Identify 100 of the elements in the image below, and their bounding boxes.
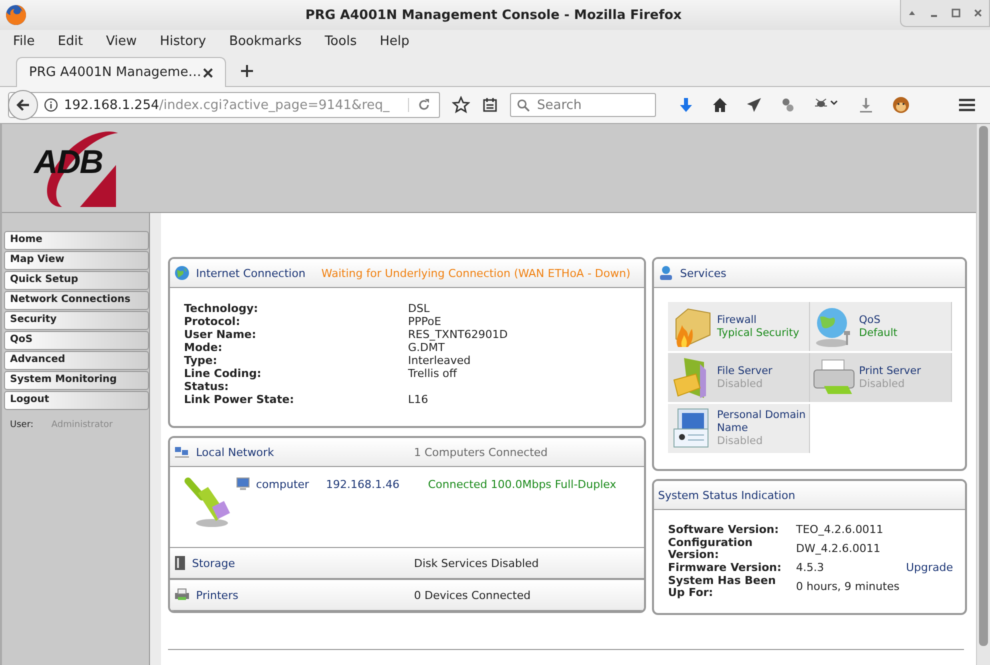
service-name[interactable]: Print Server	[859, 364, 951, 378]
connection-status: Waiting for Underlying Connection (WAN ETHoA - Down)	[321, 266, 630, 280]
new-tab-icon[interactable]	[240, 64, 254, 78]
field-label: Configuration Version:	[668, 537, 754, 561]
nav-item[interactable]: QoS	[4, 331, 149, 350]
field-label: Protocol:	[184, 315, 242, 328]
field-label: User Name:	[184, 328, 258, 341]
service-name[interactable]: File Server	[717, 364, 809, 378]
field-value: L16	[408, 393, 430, 406]
field-value: 4.5.3	[796, 562, 825, 574]
service-name[interactable]: Personal Domain Name	[717, 409, 809, 435]
nav-item[interactable]: Logout	[4, 391, 149, 410]
field-label: Link Power State:	[184, 393, 295, 406]
printer-icon	[174, 588, 190, 602]
computer-icon	[236, 477, 250, 491]
menu-item[interactable]: Edit	[50, 34, 90, 48]
address-field[interactable]: 192.168.1.254/index.cgi?active_page=9141&req_	[8, 92, 440, 118]
scrollbar[interactable]	[976, 124, 990, 665]
user-name: Administrator	[51, 420, 113, 430]
device-name[interactable]: computer	[256, 478, 320, 490]
panel-title[interactable]: Local Network	[196, 446, 274, 458]
services-icon	[658, 265, 674, 281]
storage-icon	[174, 555, 186, 571]
menu-item[interactable]: File	[6, 34, 42, 48]
service-tile[interactable]: Print Server Disabled	[810, 353, 952, 402]
field-label: Type:	[184, 354, 218, 367]
field-label: Mode:	[184, 341, 224, 354]
service-tile[interactable]: Personal Domain Name Disabled	[668, 404, 810, 453]
service-tile[interactable]: File Server Disabled	[668, 353, 810, 402]
info-icon[interactable]	[44, 98, 58, 112]
field-label: Firmware Version:	[668, 562, 782, 574]
panel-summary: Disk Services Disabled	[414, 556, 539, 570]
field-value: Trellis off	[408, 367, 458, 380]
field-value: Interleaved	[408, 354, 472, 367]
download-icon[interactable]	[858, 97, 874, 113]
service-status: Typical Security	[717, 326, 800, 340]
circles-icon[interactable]	[780, 97, 796, 113]
menu-item[interactable]: Tools	[318, 34, 364, 48]
globe-icon	[174, 265, 190, 281]
field-value: DW_4.2.6.0011	[796, 543, 882, 555]
service-status: Default	[859, 326, 898, 340]
field-value: 0 hours, 9 minutes	[796, 581, 900, 593]
field-value: G.DMT	[408, 341, 446, 354]
network-icon	[174, 445, 190, 459]
window-title: PRG A4001N Management Console - Mozilla Firefox	[305, 8, 682, 22]
menu-item[interactable]: History	[152, 34, 214, 48]
service-name[interactable]: Firewall	[717, 314, 809, 326]
nav-item[interactable]: Security	[4, 311, 149, 330]
service-status: Disabled	[859, 378, 906, 390]
field-value: PPPoE	[408, 315, 442, 328]
url-text: 192.168.1.254/index.cgi?active_page=9141&req_	[64, 98, 391, 112]
nav-item[interactable]: Advanced	[4, 351, 149, 370]
user-label: User:	[10, 420, 34, 430]
service-tile[interactable]: QoS Default	[810, 302, 952, 351]
back-arrow-icon[interactable]	[15, 97, 31, 113]
field-label: System Has Been Up For:	[668, 575, 777, 599]
panel-title[interactable]: Printers	[196, 588, 238, 602]
panel-title[interactable]: Storage	[192, 556, 236, 570]
close-icon[interactable]	[973, 8, 983, 18]
search-icon[interactable]	[517, 99, 530, 112]
field-value: TEO_4.2.6.0011	[796, 524, 884, 536]
download-arrow-icon[interactable]	[678, 97, 694, 113]
nav-item[interactable]: Map View	[4, 251, 149, 270]
field-label: Technology:	[184, 302, 260, 315]
panel-summary: 0 Devices Connected	[414, 588, 531, 602]
upgrade-link[interactable]: Upgrade	[906, 562, 954, 574]
maximize-icon[interactable]	[951, 8, 961, 18]
menu-icon[interactable]	[958, 97, 976, 113]
device-ip: 192.168.1.46	[326, 478, 400, 490]
search-field[interactable]: Search	[510, 93, 656, 117]
reading-list-icon[interactable]	[482, 97, 498, 113]
field-label: Software Version:	[668, 524, 780, 536]
reload-icon[interactable]	[408, 98, 431, 112]
service-status: Disabled	[717, 435, 764, 448]
home-icon[interactable]	[712, 97, 728, 113]
panel-title: System Status Indication	[658, 488, 796, 502]
device-status: Connected 100.0Mbps Full-Duplex	[428, 478, 616, 490]
field-label: Line Coding:	[184, 367, 262, 380]
panel-title[interactable]: Internet Connection	[196, 266, 306, 280]
nav-item[interactable]: Home	[4, 231, 149, 250]
service-name[interactable]: QoS	[859, 314, 951, 326]
menu-item[interactable]: Bookmarks	[222, 34, 309, 48]
field-label: Status:	[184, 380, 230, 393]
close-tab-icon[interactable]	[203, 68, 213, 78]
monkey-icon[interactable]	[892, 96, 910, 114]
back-button[interactable]	[8, 90, 38, 120]
service-status: Disabled	[717, 378, 764, 390]
menu-item[interactable]: Help	[372, 34, 416, 48]
panel-summary: 1 Computers Connected	[414, 446, 548, 458]
browser-tab[interactable]: PRG A4001N Manageme…	[16, 57, 226, 87]
nav-item[interactable]: System Monitoring	[4, 371, 149, 390]
paper-plane-icon[interactable]	[746, 97, 762, 113]
nav-item[interactable]: Network Connections	[4, 291, 149, 310]
menu-item[interactable]: View	[98, 34, 144, 48]
scroll-thumb[interactable]	[979, 126, 988, 646]
field-value: RES_TXNT62901D	[408, 328, 509, 341]
panel-title: Services	[680, 266, 726, 280]
nav-item[interactable]: Quick Setup	[4, 271, 149, 290]
service-tile[interactable]: Firewall Typical Security	[668, 302, 810, 351]
star-icon[interactable]	[452, 96, 470, 114]
